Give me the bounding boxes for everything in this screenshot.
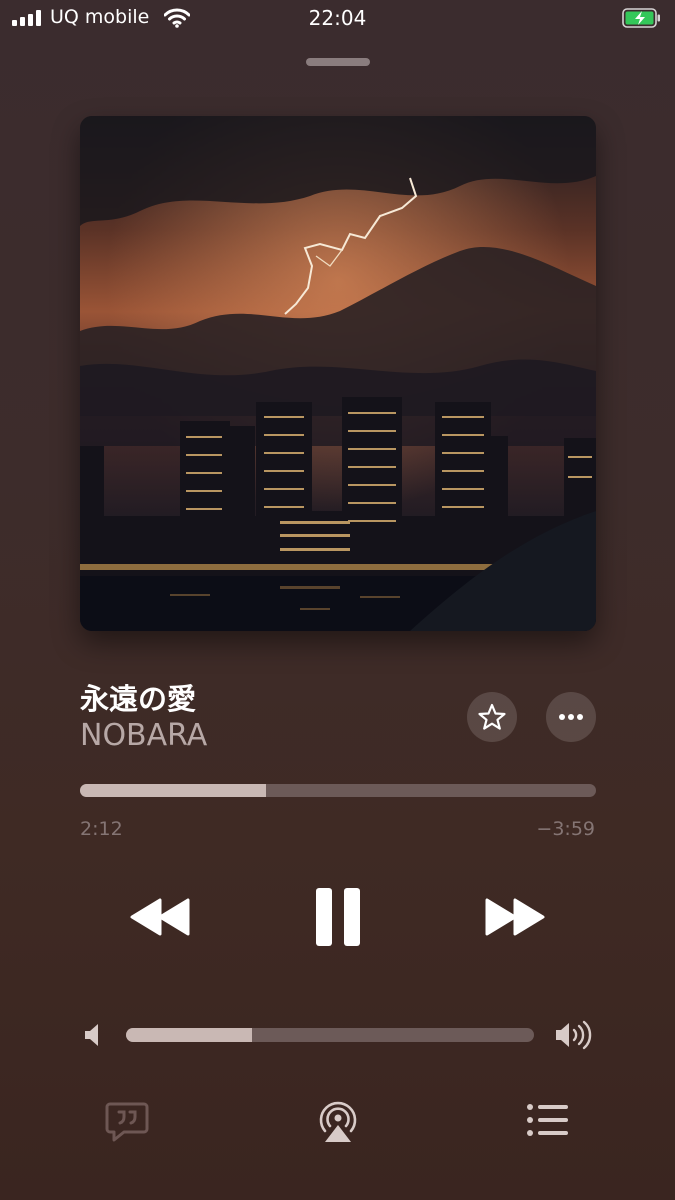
lyrics-button[interactable] [104, 1100, 150, 1144]
fast-forward-button[interactable] [483, 894, 547, 940]
rewind-button[interactable] [128, 894, 192, 940]
more-icon [559, 714, 583, 720]
queue-button[interactable] [526, 1102, 570, 1138]
volume-low-icon [82, 1021, 104, 1049]
pause-button[interactable] [312, 886, 364, 948]
more-button[interactable] [546, 692, 596, 742]
queue-icon [527, 1104, 568, 1136]
album-artwork [80, 116, 596, 631]
volume-high-icon [554, 1018, 594, 1052]
artist-name[interactable]: NOBARA [80, 718, 207, 753]
fast-forward-icon [485, 898, 545, 936]
status-bar: UQ mobile 22:04 [0, 0, 675, 40]
volume-slider[interactable] [126, 1028, 534, 1042]
favorite-button[interactable] [467, 692, 517, 742]
sheet-grabber[interactable] [306, 58, 370, 66]
airplay-button[interactable] [316, 1098, 360, 1144]
star-icon [478, 703, 506, 730]
pause-icon [316, 888, 360, 946]
volume-fill [126, 1028, 253, 1042]
playback-progress-fill [80, 784, 266, 797]
airplay-icon [319, 1101, 357, 1142]
remaining-time: −3:59 [536, 818, 595, 840]
song-title: 永遠の愛 [80, 682, 197, 716]
clock: 22:04 [308, 6, 367, 30]
lyrics-icon [105, 1102, 149, 1142]
elapsed-time: 2:12 [80, 818, 123, 840]
playback-scrubber[interactable] [80, 784, 596, 797]
rewind-icon [130, 898, 190, 936]
battery-charging-icon [622, 8, 662, 28]
